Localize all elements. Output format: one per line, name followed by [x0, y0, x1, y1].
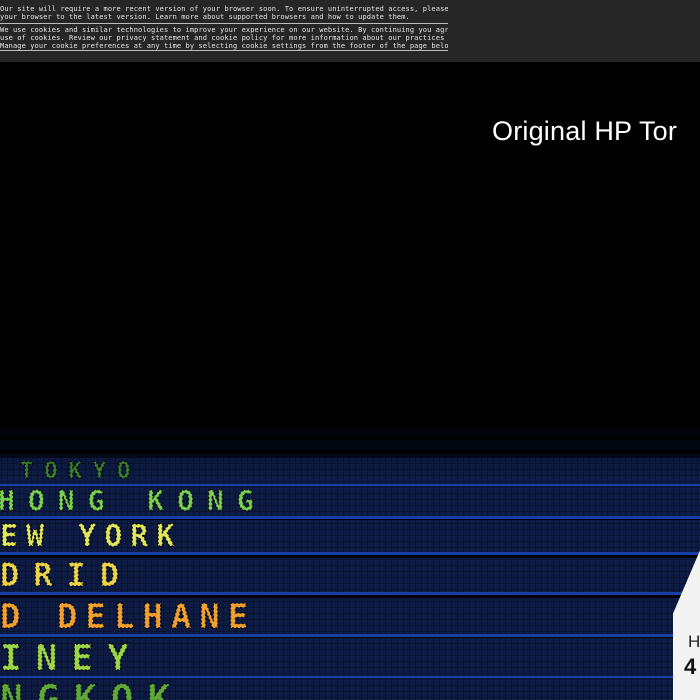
hero-title: Original HP Tor [492, 116, 678, 146]
hero-banner: Original HP Tor TOKYOHONG KONGEW YORKDRI… [0, 62, 700, 700]
notice-divider [0, 50, 448, 51]
browser-notice-bar: Our site will require a more recent vers… [0, 0, 700, 62]
product-card-price: 4 [684, 654, 697, 679]
notice-line: use of cookies. Review our privacy state… [0, 34, 448, 42]
board-destination-text: D DELHANE [0, 597, 256, 637]
notice-line: Our site will require a more recent vers… [0, 5, 448, 13]
board-destination-text: HONG KONG [0, 484, 267, 517]
notice-line: We use cookies and similar technologies … [0, 26, 448, 34]
product-card-label: H [688, 632, 700, 651]
departure-board-graphic: TOKYOHONG KONGEW YORKDRIDD DELHANEINEYNG… [0, 362, 700, 700]
board-destination-text: INEY [0, 638, 143, 679]
board-destination-text: EW YORK [0, 519, 182, 554]
notice-text-block: Our site will require a more recent vers… [0, 2, 448, 52]
departure-board-image: TOKYOHONG KONGEW YORKDRIDD DELHANEINEYNG… [0, 362, 700, 700]
board-destination-text: DRID [0, 556, 133, 594]
notice-divider [0, 23, 448, 24]
notice-line: Manage your cookie preferences at any ti… [0, 42, 448, 50]
notice-line: your browser to the latest version. Lear… [0, 13, 410, 21]
board-destination-text: NGKOK [0, 677, 184, 700]
